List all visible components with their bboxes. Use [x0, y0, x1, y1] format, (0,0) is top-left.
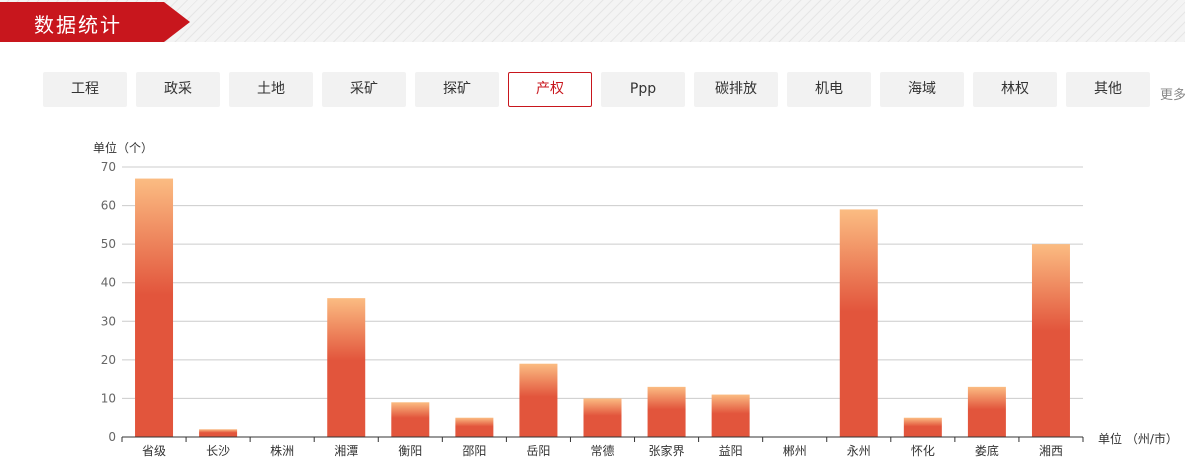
y-tick-label: 30 — [101, 314, 116, 328]
bar-8[interactable] — [647, 386, 686, 437]
x-axis: 省级 长沙 株洲 湘潭 衡阳 邵阳 岳阳 常德 张家界 益阳 郴州 永州 怀化 娄底 湘西 — [121, 436, 1084, 458]
bar-1[interactable] — [199, 429, 238, 437]
tab-government-procurement[interactable]: 政采 — [136, 72, 220, 107]
x-tick-label: 省级 — [142, 444, 166, 458]
bar-chart: 0 10 20 30 40 50 60 70 省级 长沙 株洲 湘潭 衡阳 邵阳 岳阳 常德 张家界 益阳 郴州 永… — [101, 160, 1084, 458]
more-link[interactable]: 更多 — [1160, 84, 1185, 103]
tab-land[interactable]: 土地 — [229, 72, 313, 107]
tab-exploration[interactable]: 探矿 — [415, 72, 499, 107]
x-tick-label: 衡阳 — [398, 444, 422, 458]
y-tick-label: 50 — [101, 237, 116, 251]
x-tick-label: 湘潭 — [334, 443, 358, 458]
bar-5[interactable] — [455, 417, 494, 437]
bar-12[interactable] — [903, 417, 942, 437]
tab-ppp[interactable]: Ppp — [601, 72, 685, 107]
bar-3[interactable] — [327, 298, 366, 437]
tab-sea-area[interactable]: 海域 — [880, 72, 964, 107]
x-tick-label: 郴州 — [783, 444, 807, 458]
y-axis: 0 10 20 30 40 50 60 70 — [101, 160, 116, 444]
x-tick-label: 邵阳 — [462, 444, 486, 458]
bar-13[interactable] — [967, 386, 1006, 437]
x-tick-label: 湘西 — [1039, 443, 1063, 458]
grid-lines — [122, 166, 1083, 399]
y-tick-label: 60 — [101, 199, 116, 213]
x-tick-label: 张家界 — [649, 443, 685, 458]
y-tick-label: 10 — [101, 391, 116, 405]
x-tick-label: 益阳 — [719, 444, 743, 458]
y-tick-label: 20 — [101, 353, 116, 367]
tab-carbon-emission[interactable]: 碳排放 — [694, 72, 778, 107]
x-tick-label: 永州 — [847, 444, 871, 458]
tab-engineering[interactable]: 工程 — [43, 72, 127, 107]
bar-14[interactable] — [1031, 244, 1070, 437]
bar-7[interactable] — [583, 398, 622, 437]
bar-4[interactable] — [391, 402, 430, 437]
x-tick-label: 怀化 — [911, 444, 935, 458]
x-tick-label: 株洲 — [270, 443, 294, 458]
y-tick-label: 40 — [101, 276, 116, 290]
tab-other[interactable]: 其他 — [1066, 72, 1150, 107]
tab-electromechanical[interactable]: 机电 — [787, 72, 871, 107]
bar-6[interactable] — [519, 363, 558, 437]
x-tick-label: 长沙 — [206, 444, 230, 458]
tab-mining[interactable]: 采矿 — [322, 72, 406, 107]
x-tick-label: 常德 — [590, 443, 614, 458]
x-tick-label: 岳阳 — [526, 444, 550, 458]
y-tick-label: 70 — [101, 160, 116, 174]
section-title-badge: 数据统计 — [0, 2, 190, 42]
category-tabs: 工程 政采 土地 采矿 探矿 产权 Ppp 碳排放 机电 海域 林权 其他 — [43, 72, 1185, 107]
header-banner: 数据统计 — [0, 0, 1185, 42]
tab-property-rights[interactable]: 产权 — [508, 72, 592, 107]
bar-0[interactable] — [135, 178, 174, 438]
section-title: 数据统计 — [34, 13, 122, 37]
y-tick-label: 0 — [108, 430, 116, 444]
bar-11[interactable] — [839, 209, 878, 437]
tab-forest-rights[interactable]: 林权 — [973, 72, 1057, 107]
bar-9[interactable] — [711, 394, 750, 437]
x-tick-label: 娄底 — [975, 443, 999, 458]
